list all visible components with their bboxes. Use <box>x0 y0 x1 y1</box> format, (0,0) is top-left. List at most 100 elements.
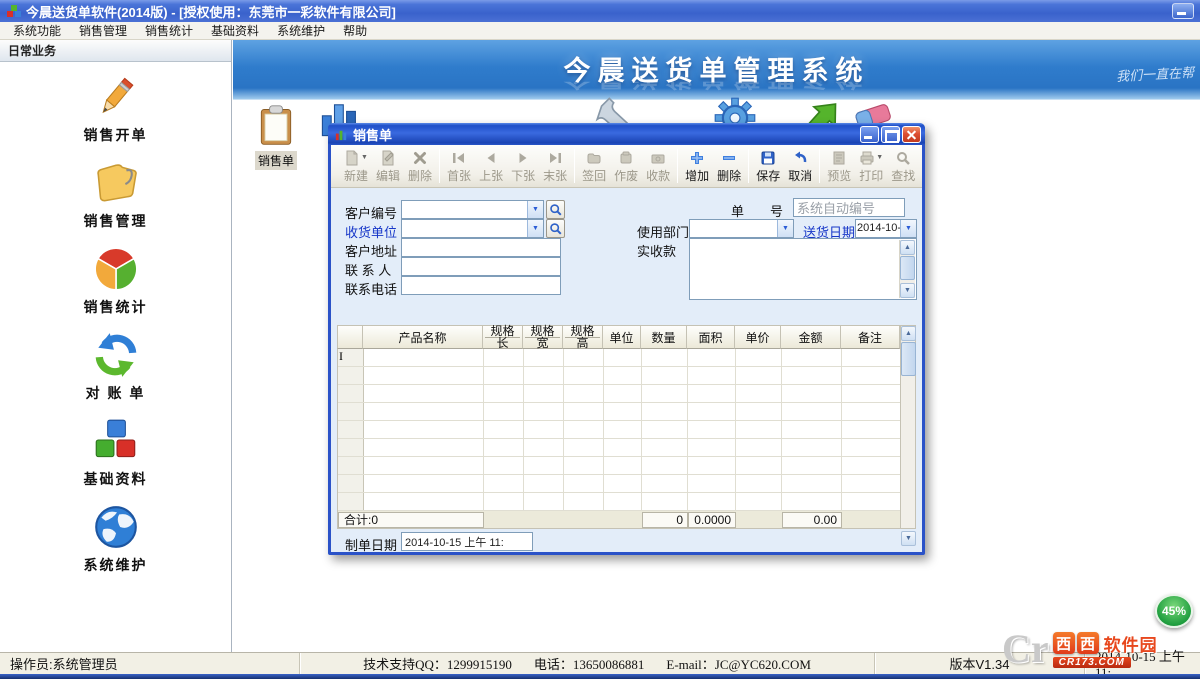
customer-no-combo[interactable] <box>401 200 544 219</box>
menu-item-1[interactable]: 销售管理 <box>70 21 136 40</box>
grid-cell[interactable] <box>564 421 604 438</box>
grid-cell[interactable] <box>642 457 688 474</box>
customer-search-button[interactable] <box>546 200 565 219</box>
grid-cell[interactable] <box>364 493 484 510</box>
grid-cell[interactable] <box>642 439 688 456</box>
grid-column-header[interactable]: 规格高 <box>563 325 603 349</box>
grid-cell[interactable] <box>642 493 688 510</box>
grid-cell[interactable] <box>736 457 782 474</box>
grid-cell[interactable] <box>484 421 524 438</box>
grid-cell[interactable] <box>524 421 564 438</box>
grid-cell[interactable] <box>736 367 782 384</box>
sidebar-item-blocks[interactable]: 基础资料 <box>84 416 148 489</box>
grid-cell[interactable] <box>564 475 604 492</box>
grid-cell[interactable] <box>524 475 564 492</box>
grid-cell[interactable] <box>364 439 484 456</box>
grid-cell[interactable] <box>736 493 782 510</box>
grid-column-header[interactable]: 规格宽 <box>523 325 563 349</box>
dialog-titlebar[interactable]: 销售单 <box>328 123 925 145</box>
grid-cell[interactable] <box>782 421 842 438</box>
grid-cell[interactable] <box>782 367 842 384</box>
delivery-date-combo[interactable]: 2014-10-15 <box>855 219 917 238</box>
grid-cell[interactable] <box>842 403 901 420</box>
grid-cell[interactable] <box>842 493 901 510</box>
dialog-minimize-button[interactable] <box>860 126 879 143</box>
grid-column-header[interactable]: 备注 <box>841 325 900 349</box>
scrollbar[interactable]: ▲ ▼ <box>899 240 915 298</box>
grid-cell[interactable] <box>564 349 604 366</box>
grid-cell[interactable] <box>564 367 604 384</box>
dialog-maximize-button[interactable] <box>881 126 900 143</box>
grid-column-header[interactable]: 规格长 <box>483 325 523 349</box>
grid-cell[interactable] <box>842 349 901 366</box>
grid-column-header[interactable]: 面积 <box>687 325 735 349</box>
grid-cell[interactable] <box>364 475 484 492</box>
grid-cell[interactable] <box>642 403 688 420</box>
grid-cell[interactable] <box>364 349 484 366</box>
scroll-thumb[interactable] <box>901 342 916 376</box>
scroll-up-icon[interactable]: ▲ <box>901 326 916 341</box>
grid-cell[interactable] <box>736 403 782 420</box>
minimize-button[interactable] <box>1172 3 1194 19</box>
receiver-search-button[interactable] <box>546 219 565 238</box>
department-combo[interactable] <box>689 219 794 238</box>
toolbar-button-plus[interactable]: 增加 <box>681 147 713 185</box>
grid-row[interactable] <box>338 493 916 511</box>
grid-cell[interactable] <box>364 421 484 438</box>
grid-cell[interactable] <box>688 475 736 492</box>
dialog-close-button[interactable] <box>902 126 921 143</box>
grid-cell[interactable] <box>604 385 642 402</box>
grid-body[interactable]: I <box>337 349 916 511</box>
grid-column-header[interactable]: 单位 <box>603 325 641 349</box>
grid-scrollbar[interactable]: ▲ ▼ <box>900 325 916 529</box>
grid-cell[interactable] <box>642 367 688 384</box>
grid-cell[interactable] <box>524 457 564 474</box>
menu-item-4[interactable]: 系统维护 <box>268 21 334 40</box>
sidebar-item-sync[interactable]: 对 账 单 <box>86 330 146 403</box>
toolbar-button-undo[interactable]: 取消 <box>784 147 816 185</box>
grid-cell[interactable] <box>604 439 642 456</box>
grid-row[interactable] <box>338 421 916 439</box>
receiver-combo[interactable] <box>401 219 544 238</box>
grid-cell[interactable] <box>736 439 782 456</box>
grid-cell[interactable] <box>736 349 782 366</box>
sidebar-item-folder[interactable]: 销售管理 <box>84 158 148 231</box>
grid-cell[interactable] <box>688 403 736 420</box>
grid-cell[interactable] <box>564 457 604 474</box>
grid-cell[interactable] <box>484 349 524 366</box>
toolbar-button-save[interactable]: 保存 <box>752 147 784 185</box>
grid-cell[interactable] <box>688 367 736 384</box>
grid-row[interactable] <box>338 475 916 493</box>
address-field[interactable] <box>401 238 561 257</box>
grid-cell[interactable] <box>604 367 642 384</box>
grid-cell[interactable] <box>842 475 901 492</box>
grid-cell[interactable] <box>604 457 642 474</box>
grid-cell[interactable] <box>842 439 901 456</box>
grid-cell[interactable] <box>604 403 642 420</box>
toolbar-button-minus[interactable]: 删除 <box>713 147 745 185</box>
grid-row[interactable]: I <box>338 349 916 367</box>
desktop-icon-sales-order[interactable]: 销售单 <box>247 103 305 170</box>
grid-cell[interactable] <box>642 475 688 492</box>
contact-field[interactable] <box>401 257 561 276</box>
grid-cell[interactable] <box>564 439 604 456</box>
chevron-down-icon[interactable] <box>527 220 543 237</box>
grid-cell[interactable] <box>642 349 688 366</box>
grid-row[interactable] <box>338 403 916 421</box>
grid-cell[interactable] <box>642 421 688 438</box>
grid-cell[interactable] <box>604 475 642 492</box>
chevron-down-icon[interactable] <box>527 201 543 218</box>
scroll-down-icon[interactable]: ▼ <box>900 283 915 298</box>
grid-cell[interactable] <box>842 385 901 402</box>
grid-cell[interactable] <box>604 349 642 366</box>
sidebar-item-pencil[interactable]: 销售开单 <box>84 72 148 145</box>
grid-cell[interactable] <box>688 493 736 510</box>
phone-field[interactable] <box>401 276 561 295</box>
grid-cell[interactable] <box>688 349 736 366</box>
menu-item-3[interactable]: 基础资料 <box>202 21 268 40</box>
grid-cell[interactable] <box>688 421 736 438</box>
grid-row[interactable] <box>338 457 916 475</box>
grid-cell[interactable] <box>782 439 842 456</box>
grid-cell[interactable] <box>782 475 842 492</box>
grid-cell[interactable] <box>484 493 524 510</box>
